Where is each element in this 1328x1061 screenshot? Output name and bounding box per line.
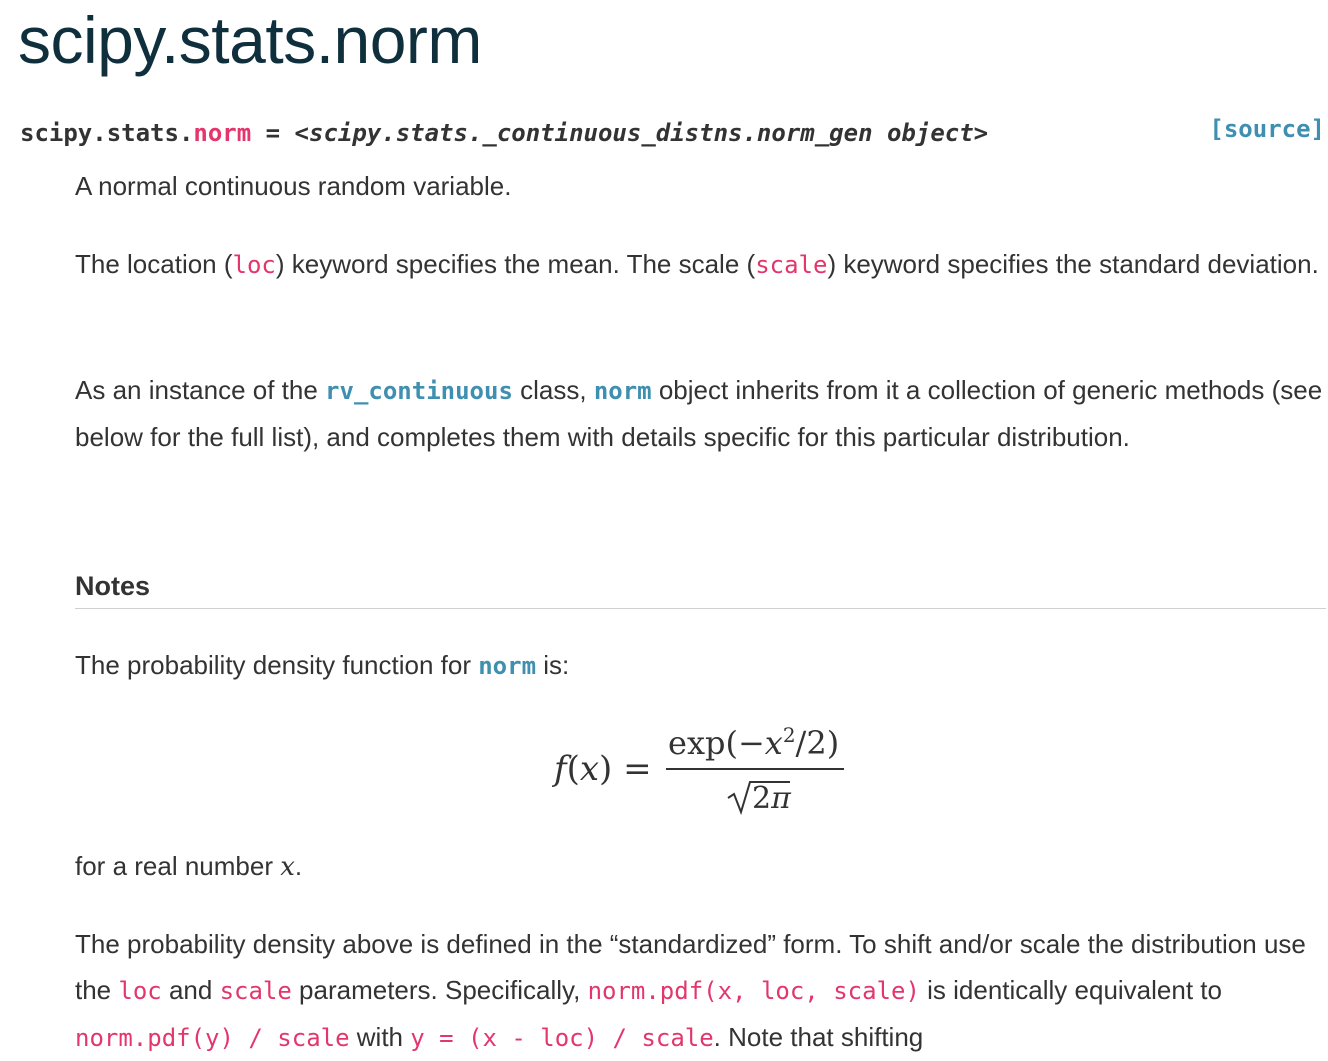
text-run: . Note that shifting (713, 1022, 924, 1052)
signature-value: <scipy.stats._continuous_distns.norm_gen… (294, 119, 989, 147)
summary-text: A normal continuous random variable. (75, 171, 512, 201)
loc-scale-paragraph: The location (loc) keyword specifies the… (75, 241, 1325, 288)
text-run: . (294, 851, 303, 881)
text-run: The probability density function for (75, 650, 479, 680)
text-run: ) keyword specifies the standard deviati… (827, 249, 1319, 279)
pdf-equation: f(x) = exp(−x2/2) 2π (551, 723, 844, 816)
source-link[interactable]: [source] (1209, 109, 1325, 149)
text-run: for a real number (75, 851, 281, 881)
code-y-definition: y = (x - loc) / scale (410, 1024, 714, 1052)
real-number-paragraph: for a real number x. (75, 843, 1325, 890)
code-scale: scale (219, 977, 292, 1005)
rv-continuous-link[interactable]: rv_continuous (325, 377, 513, 405)
text-run: ) keyword specifies the mean. The scale … (275, 249, 756, 279)
text-run: with (349, 1022, 411, 1052)
summary-paragraph: A normal continuous random variable. (75, 163, 1325, 209)
text-run: parameters. Specifically, (291, 975, 588, 1005)
pdf-intro-paragraph: The probability density function for nor… (75, 642, 1325, 689)
notes-heading: Notes (75, 566, 1326, 609)
text-run: class, (512, 375, 594, 405)
text-run: is identically equivalent to (919, 975, 1222, 1005)
norm-link[interactable]: norm (478, 652, 536, 680)
code-scale: scale (755, 251, 828, 279)
code-loc: loc (118, 977, 162, 1005)
equation-denominator: 2π (752, 781, 792, 816)
instance-paragraph: As an instance of the rv_continuous clas… (75, 367, 1325, 460)
text-run: is: (536, 650, 570, 680)
standardized-paragraph: The probability density above is defined… (75, 921, 1325, 1061)
math-var-x: x (280, 852, 295, 882)
function-signature: scipy.stats.norm = <scipy.stats._continu… (20, 113, 1325, 153)
page-title: scipy.stats.norm (18, 3, 482, 77)
text-run: and (161, 975, 220, 1005)
code-loc: loc (232, 251, 276, 279)
text-run: As an instance of the (75, 375, 326, 405)
signature-equals: = (251, 119, 295, 147)
code-norm-pdf-loc-scale: norm.pdf(x, loc, scale) (587, 977, 920, 1005)
signature-module: scipy.stats. (20, 119, 194, 147)
norm-link[interactable]: norm (594, 377, 652, 405)
text-run: The location ( (75, 249, 233, 279)
code-norm-pdf-y: norm.pdf(y) / scale (75, 1024, 350, 1052)
equation-lhs: f(x) = (551, 749, 652, 789)
signature-name: norm (193, 119, 252, 147)
equation-numerator: exp(−x2/2) (668, 723, 839, 762)
